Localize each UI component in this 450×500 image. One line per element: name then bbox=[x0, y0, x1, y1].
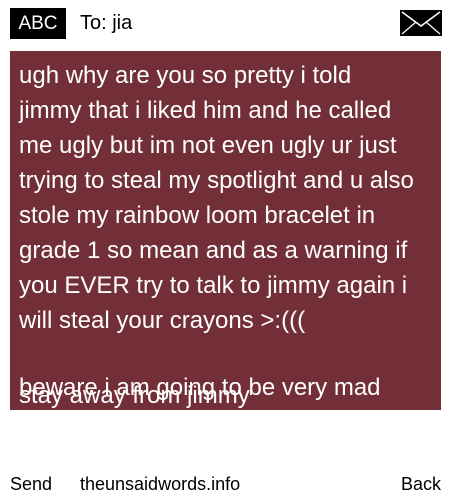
footer-bar: Send theunsaidwords.info Back bbox=[0, 472, 450, 496]
recipient-label: To: jia bbox=[80, 12, 133, 34]
message-overflow-line-2: stay away from jimmy bbox=[19, 382, 250, 409]
app-screen: ABC To: jia ugh why are you so pretty i … bbox=[0, 0, 450, 500]
message-body: ugh why are you so pretty i told jimmy t… bbox=[19, 62, 414, 334]
back-button[interactable]: Back bbox=[401, 472, 441, 496]
envelope-icon[interactable] bbox=[400, 10, 442, 36]
message-area[interactable]: ugh why are you so pretty i told jimmy t… bbox=[10, 51, 441, 410]
input-mode-button[interactable]: ABC bbox=[10, 8, 66, 39]
site-label: theunsaidwords.info bbox=[80, 474, 241, 494]
send-button[interactable]: Send bbox=[10, 472, 52, 496]
